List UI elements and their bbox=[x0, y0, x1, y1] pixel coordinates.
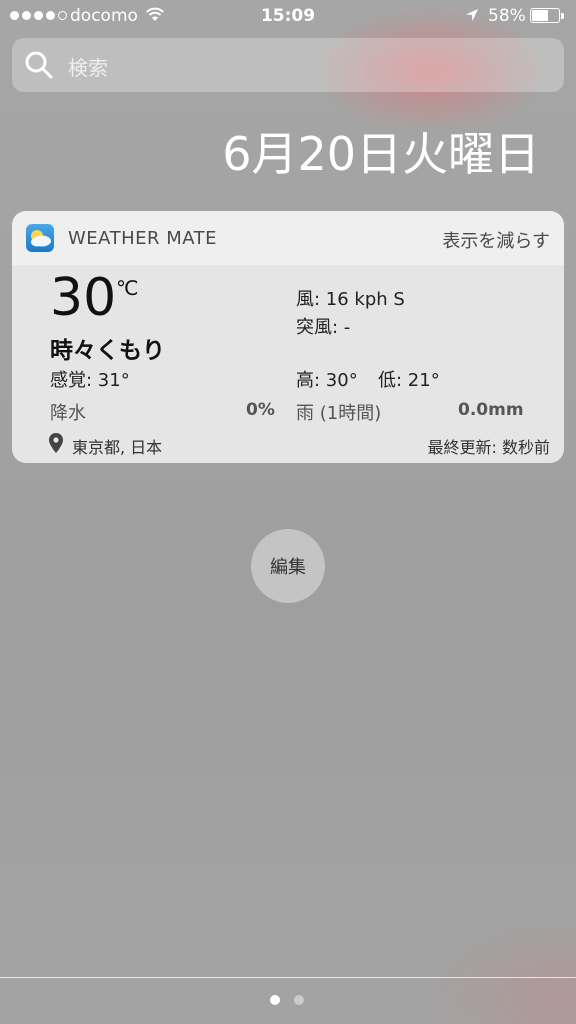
status-bar: docomo 15:09 58% bbox=[0, 0, 576, 34]
weather-app-icon bbox=[26, 224, 54, 252]
widget-app-name: WEATHER MATE bbox=[68, 228, 218, 249]
battery-percentage: 58% bbox=[488, 6, 526, 26]
page-indicator bbox=[270, 995, 304, 1005]
feels-like: 感覚: 31° bbox=[50, 370, 130, 391]
wind-speed: 風: 16 kph S bbox=[296, 289, 405, 310]
page-dot[interactable] bbox=[294, 995, 304, 1005]
location-arrow-icon bbox=[464, 7, 480, 28]
temperature-unit: ℃ bbox=[116, 276, 139, 300]
rain-label: 雨 (1時間) bbox=[296, 403, 382, 424]
show-less-button[interactable]: 表示を減らす bbox=[442, 227, 550, 253]
current-temperature: 30 bbox=[50, 268, 117, 328]
widget-body: 30 ℃ 時々くもり 感覚: 31° 降水 0% 風: 16 kph S 突風:… bbox=[12, 265, 564, 425]
low-temperature: 低: 21° bbox=[378, 370, 440, 391]
weather-condition: 時々くもり bbox=[50, 338, 165, 364]
page-dot[interactable] bbox=[270, 995, 280, 1005]
battery-icon bbox=[530, 8, 560, 23]
precipitation-label: 降水 bbox=[50, 403, 86, 424]
search-icon bbox=[24, 50, 54, 84]
wind-gust: 突風: - bbox=[296, 317, 351, 338]
date-header: 6月20日火曜日 bbox=[222, 127, 540, 181]
search-bar[interactable]: 検索 bbox=[12, 38, 564, 92]
dock-divider bbox=[0, 977, 576, 978]
high-temperature: 高: 30° bbox=[296, 370, 358, 391]
widget-header: WEATHER MATE 表示を減らす bbox=[12, 211, 564, 265]
search-placeholder[interactable]: 検索 bbox=[68, 52, 108, 81]
battery-tip bbox=[561, 13, 564, 19]
location-name: 東京都, 日本 bbox=[72, 438, 163, 457]
widget-footer: 東京都, 日本 最終更新: 数秒前 bbox=[12, 425, 564, 463]
location-pin-icon bbox=[49, 433, 63, 457]
precipitation-value: 0% bbox=[246, 400, 275, 420]
last-updated: 最終更新: 数秒前 bbox=[427, 438, 550, 457]
battery-level bbox=[532, 10, 549, 21]
rain-value: 0.0mm bbox=[458, 400, 524, 420]
weather-widget[interactable]: WEATHER MATE 表示を減らす 30 ℃ 時々くもり 感覚: 31° 降… bbox=[12, 211, 564, 463]
edit-button[interactable]: 編集 bbox=[251, 529, 325, 603]
